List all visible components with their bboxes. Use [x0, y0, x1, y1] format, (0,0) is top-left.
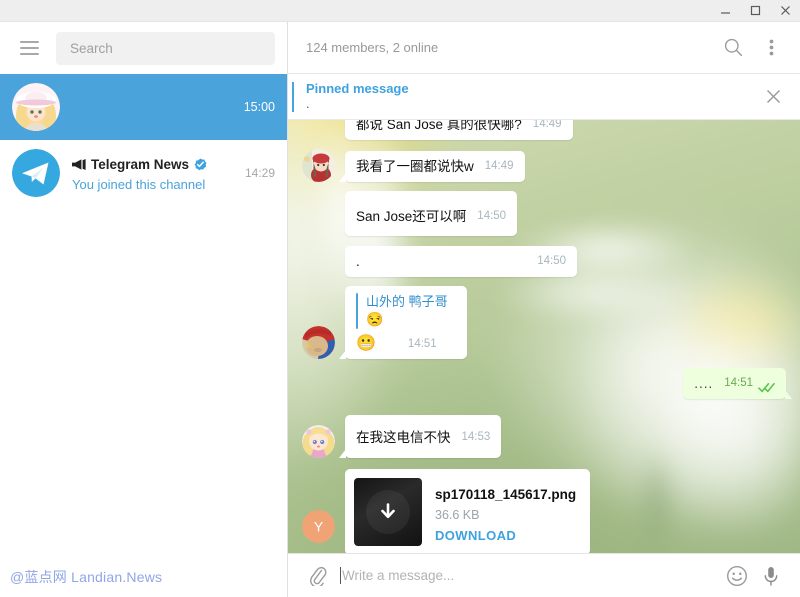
message-text: 在我这电信不快 — [356, 430, 451, 445]
window-maximize-button[interactable] — [740, 0, 770, 21]
telegram-logo-avatar — [12, 149, 60, 197]
close-icon[interactable] — [758, 82, 788, 112]
file-info: sp170118_145617.png 36.6 KB DOWNLOAD — [435, 478, 576, 543]
text-caret — [340, 567, 341, 584]
reply-accent-bar — [356, 293, 358, 329]
message-row[interactable]: . 14:50 — [302, 244, 786, 277]
message-input-placeholder: Write a message... — [342, 568, 455, 583]
avatar[interactable]: Y — [302, 510, 335, 543]
chat-list: 15:00 Telegram News You joined this chan… — [0, 74, 287, 597]
file-thumbnail — [354, 478, 422, 546]
search-input[interactable]: Search — [56, 31, 275, 65]
pinned-message-content: Pinned message . — [306, 81, 758, 112]
message-row[interactable]: 都说 San Jose 真的很快哪? 14:49 — [302, 120, 786, 140]
conversation-members-status: 124 members, 2 online — [306, 40, 439, 55]
avatar-spacer — [302, 244, 335, 277]
reply-author-name: 山外的 鸭子哥 — [366, 294, 448, 309]
message-text: .... — [694, 376, 714, 391]
telegram-desktop-window: Search 15:00 Telegram News You joined th… — [0, 0, 800, 597]
megaphone-icon — [72, 158, 86, 170]
conversation-header-info[interactable]: 124 members, 2 online — [306, 40, 714, 55]
window-minimize-button[interactable] — [710, 0, 740, 21]
pinned-message-title: Pinned message — [306, 81, 409, 96]
avatar[interactable] — [302, 326, 335, 359]
message-time: 14:51 — [407, 338, 437, 350]
message-text: 都说 San Jose 真的很快哪? — [356, 120, 522, 132]
message-text: . — [356, 254, 360, 269]
avatar[interactable] — [302, 149, 335, 182]
message-input[interactable]: Write a message... — [334, 567, 720, 584]
search-placeholder: Search — [70, 40, 113, 56]
message-row[interactable]: 在我这电信不快 14:53 — [302, 415, 786, 458]
message-bubble[interactable]: San Jose还可以啊 14:50 — [345, 191, 518, 236]
message-row-file[interactable]: Y sp170118_145617.png 36.6 KB DOWNLOAD — [302, 469, 786, 553]
double-check-icon — [758, 382, 775, 393]
file-download-link[interactable]: DOWNLOAD — [435, 528, 576, 543]
pinned-message-bar[interactable]: Pinned message . — [288, 74, 800, 120]
message-row[interactable]: 山外的 鸭子哥 😒 😬 14:51 — [302, 286, 786, 359]
hamburger-menu-icon[interactable] — [12, 31, 46, 65]
avatar-initial: Y — [314, 519, 324, 535]
sidebar-toolbar: Search — [0, 22, 287, 74]
message-bubble-outgoing[interactable]: .... 14:51 — [683, 368, 792, 399]
message-bubble[interactable]: 在我这电信不快 14:53 — [338, 415, 502, 458]
file-message-bubble[interactable]: sp170118_145617.png 36.6 KB DOWNLOAD — [345, 469, 591, 553]
reply-snippet: 😒 — [366, 311, 384, 327]
message-list[interactable]: 都说 San Jose 真的很快哪? 14:49 我看了一圈都说快w 14:49… — [288, 120, 800, 553]
chat-item-preview: You joined this channel — [72, 176, 206, 192]
chat-item-time: 15:00 — [243, 100, 275, 114]
message-bubble[interactable]: 都说 San Jose 真的很快哪? 14:49 — [345, 120, 573, 140]
reply-quote[interactable]: 山外的 鸭子哥 😒 — [356, 293, 456, 329]
window-titlebar — [0, 0, 800, 22]
message-bubble[interactable]: 我看了一圈都说快w 14:49 — [339, 151, 525, 182]
search-icon[interactable] — [714, 29, 752, 67]
chat-list-item-selected[interactable]: 15:00 — [0, 74, 287, 140]
message-time: 14:51 — [724, 377, 753, 389]
pinned-message-text: . — [306, 97, 310, 111]
message-row[interactable]: 我看了一圈都说快w 14:49 — [302, 149, 786, 182]
chat-item-content — [72, 96, 236, 118]
file-name: sp170118_145617.png — [435, 487, 577, 502]
messages-container: 都说 San Jose 真的很快哪? 14:49 我看了一圈都说快w 14:49… — [288, 120, 800, 553]
pinned-accent-bar — [292, 81, 294, 112]
message-row-outgoing[interactable]: .... 14:51 — [302, 368, 792, 399]
message-text: 😬 — [356, 335, 376, 352]
chat-list-item-telegram-news[interactable]: Telegram News You joined this channel 14… — [0, 140, 287, 206]
file-size: 36.6 KB — [435, 508, 480, 522]
message-text: 我看了一圈都说快w — [356, 159, 474, 174]
message-time: 14:49 — [484, 160, 514, 172]
chat-item-time: 14:29 — [244, 166, 275, 180]
message-bubble[interactable]: . 14:50 — [345, 246, 577, 277]
more-options-icon[interactable] — [752, 29, 790, 67]
window-close-button[interactable] — [770, 0, 800, 21]
emoji-smiley-icon[interactable] — [720, 559, 754, 593]
message-time: 14:53 — [461, 431, 491, 443]
message-bubble-reply[interactable]: 山外的 鸭子哥 😒 😬 14:51 — [339, 286, 467, 359]
message-time: 14:49 — [532, 120, 562, 130]
microphone-icon[interactable] — [754, 559, 788, 593]
chat-item-content: Telegram News You joined this channel — [72, 155, 237, 192]
chat-item-title: Telegram News — [91, 156, 190, 172]
message-time: 14:50 — [477, 210, 507, 222]
attach-paperclip-icon[interactable] — [300, 559, 334, 593]
verified-badge-icon — [194, 158, 207, 171]
message-composer: Write a message... — [288, 553, 800, 597]
message-time: 14:50 — [537, 255, 566, 267]
avatar[interactable] — [302, 425, 335, 458]
conversation-header: 124 members, 2 online — [288, 22, 800, 74]
message-row[interactable]: San Jose还可以啊 14:50 — [302, 191, 786, 236]
avatar-spacer — [302, 120, 335, 140]
avatar — [12, 83, 60, 131]
message-text: San Jose还可以啊 — [356, 209, 467, 224]
conversation-panel: 124 members, 2 online Pinned message . 都… — [288, 22, 800, 597]
download-icon[interactable] — [366, 490, 410, 534]
avatar-spacer — [302, 203, 335, 236]
sidebar: Search 15:00 Telegram News You joined th… — [0, 22, 288, 597]
